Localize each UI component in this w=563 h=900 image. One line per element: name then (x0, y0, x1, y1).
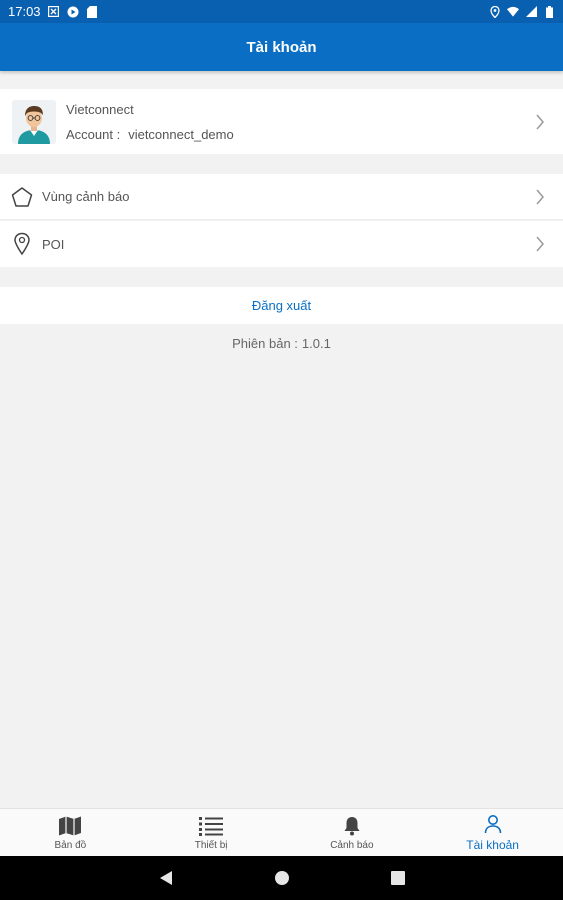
chevron-right-icon (536, 236, 544, 252)
version-label: Phiên bản : (232, 336, 298, 351)
status-bar: 17:03 (0, 0, 563, 23)
menu-item-label: Vùng cảnh báo (42, 189, 130, 204)
tab-devices[interactable]: Thiết bị (141, 809, 282, 856)
menu-item-poi[interactable]: POI (0, 221, 563, 267)
profile-name: Vietconnect (66, 101, 134, 117)
map-icon (58, 815, 82, 837)
wifi-icon (507, 6, 519, 18)
chevron-right-icon (536, 189, 544, 204)
version-value: 1.0.1 (301, 336, 331, 351)
recents-icon[interactable] (390, 870, 406, 886)
bottom-tab-bar: Bản đồ Thiết bị Cảnh báo Tài khoản (0, 808, 563, 856)
person-icon (481, 813, 505, 835)
system-nav-bar (0, 856, 563, 900)
status-time: 17:03 (8, 4, 41, 19)
chevron-right-icon (536, 114, 544, 129)
tab-label: Thiết bị (194, 839, 228, 851)
back-icon[interactable] (158, 870, 174, 886)
tab-label: Bản đồ (54, 839, 87, 851)
location-icon (489, 5, 501, 18)
tab-account[interactable]: Tài khoản (422, 809, 563, 856)
app-bar: Tài khoản (0, 23, 563, 71)
logout-button[interactable]: Đăng xuất (0, 287, 563, 324)
notification-x-icon (48, 6, 60, 18)
sd-card-icon (86, 5, 98, 18)
pentagon-icon (10, 185, 34, 209)
list-icon (199, 815, 224, 837)
google-play-icon (67, 6, 79, 18)
home-icon[interactable] (274, 870, 290, 886)
tab-label: Cảnh báo (330, 839, 374, 851)
account-line: Account : vietconnect_demo (66, 127, 234, 142)
bell-icon (340, 815, 364, 837)
logout-label: Đăng xuất (251, 298, 312, 313)
map-pin-icon (10, 232, 34, 256)
menu-item-label: POI (42, 236, 65, 252)
signal-icon (525, 6, 537, 18)
profile-row[interactable]: Vietconnect Account : vietconnect_demo (0, 89, 563, 154)
version-text: Phiên bản :1.0.1 (0, 336, 563, 351)
account-value: vietconnect_demo (128, 126, 234, 142)
menu-item-warning-zone[interactable]: Vùng cảnh báo (0, 174, 563, 220)
account-label: Account : (66, 126, 121, 142)
tab-alerts[interactable]: Cảnh báo (282, 809, 423, 856)
tab-map[interactable]: Bản đồ (0, 809, 141, 856)
user-avatar-icon (12, 99, 56, 144)
battery-icon (543, 5, 555, 18)
tab-label: Tài khoản (466, 838, 519, 852)
page-title: Tài khoản (246, 38, 317, 56)
